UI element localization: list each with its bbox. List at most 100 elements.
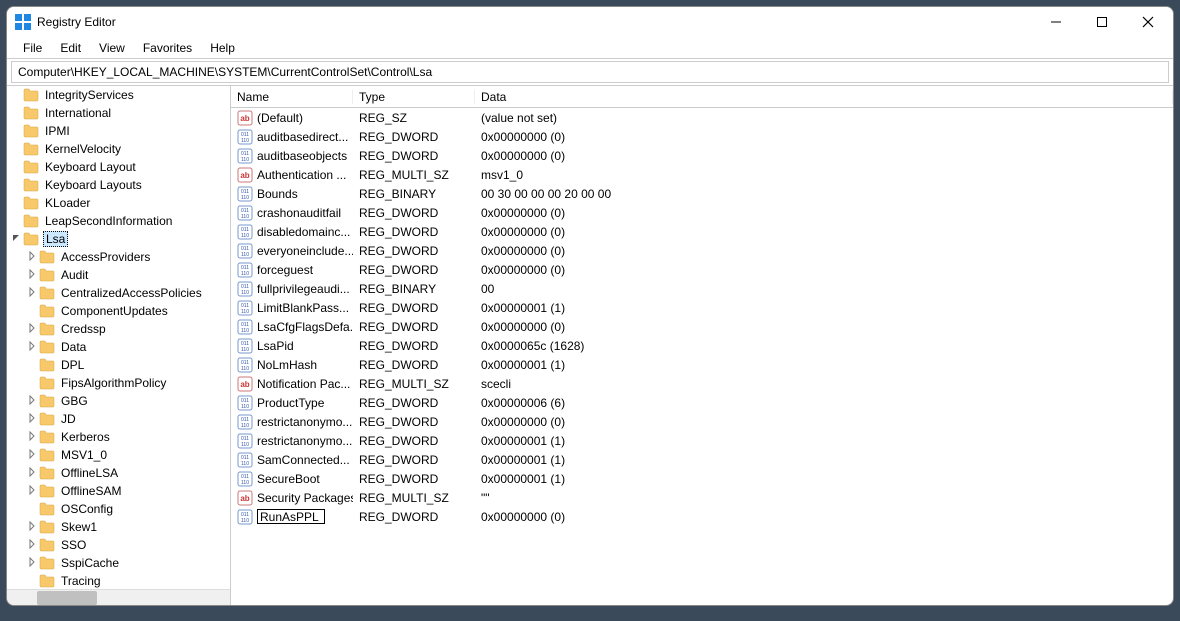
tree-item[interactable]: MSV1_0: [9, 446, 230, 464]
tree-item[interactable]: LeapSecondInformation: [9, 212, 230, 230]
expander-closed-icon[interactable]: [25, 467, 39, 480]
column-header-data[interactable]: Data: [475, 90, 1173, 104]
menu-view[interactable]: View: [91, 39, 133, 57]
tree-item[interactable]: IPMI: [9, 122, 230, 140]
value-data: 0x00000006 (6): [475, 396, 1173, 410]
tree-item[interactable]: DPL: [9, 356, 230, 374]
list-row[interactable]: 011110LsaPidREG_DWORD0x0000065c (1628): [231, 336, 1173, 355]
tree-item[interactable]: KernelVelocity: [9, 140, 230, 158]
list-row[interactable]: ab(Default)REG_SZ(value not set): [231, 108, 1173, 127]
tree-item[interactable]: SspiCache: [9, 554, 230, 572]
column-header-name[interactable]: Name: [231, 90, 353, 104]
expander-open-icon[interactable]: [9, 233, 23, 246]
tree-item-label: Keyboard Layouts: [43, 178, 144, 192]
folder-icon: [23, 88, 39, 102]
tree-item[interactable]: Skew1: [9, 518, 230, 536]
list-pane[interactable]: Name Type Data ab(Default)REG_SZ(value n…: [231, 86, 1173, 605]
list-row[interactable]: 011110restrictanonymo...REG_DWORD0x00000…: [231, 431, 1173, 450]
list-row[interactable]: 011110BoundsREG_BINARY00 30 00 00 00 20 …: [231, 184, 1173, 203]
tree-item[interactable]: JD: [9, 410, 230, 428]
expander-closed-icon[interactable]: [25, 341, 39, 354]
close-button[interactable]: [1125, 7, 1171, 37]
folder-icon: [23, 142, 39, 156]
tree-item[interactable]: FipsAlgorithmPolicy: [9, 374, 230, 392]
tree-item[interactable]: AccessProviders: [9, 248, 230, 266]
list-row[interactable]: abNotification Pac...REG_MULTI_SZscecli: [231, 374, 1173, 393]
list-row[interactable]: 011110crashonauditfailREG_DWORD0x0000000…: [231, 203, 1173, 222]
folder-icon: [23, 178, 39, 192]
list-row[interactable]: 011110SamConnected...REG_DWORD0x00000001…: [231, 450, 1173, 469]
tree-horizontal-scrollbar[interactable]: [7, 589, 230, 605]
expander-closed-icon[interactable]: [25, 323, 39, 336]
tree-item[interactable]: KLoader: [9, 194, 230, 212]
binary-value-icon: 011110: [237, 433, 253, 449]
string-value-icon: ab: [237, 490, 253, 506]
menu-favorites[interactable]: Favorites: [135, 39, 200, 57]
binary-value-icon: 011110: [237, 338, 253, 354]
binary-value-icon: 011110: [237, 395, 253, 411]
svg-text:110: 110: [241, 271, 249, 277]
list-row[interactable]: 011110NoLmHashREG_DWORD0x00000001 (1): [231, 355, 1173, 374]
tree-item[interactable]: CentralizedAccessPolicies: [9, 284, 230, 302]
value-type: REG_DWORD: [353, 244, 475, 258]
expander-closed-icon[interactable]: [25, 269, 39, 282]
tree-item[interactable]: GBG: [9, 392, 230, 410]
tree-item[interactable]: Credssp: [9, 320, 230, 338]
value-data: (value not set): [475, 111, 1173, 125]
tree-item[interactable]: Audit: [9, 266, 230, 284]
expander-closed-icon[interactable]: [25, 485, 39, 498]
tree-item[interactable]: Keyboard Layout: [9, 158, 230, 176]
tree-item[interactable]: International: [9, 104, 230, 122]
expander-closed-icon[interactable]: [25, 449, 39, 462]
maximize-button[interactable]: [1079, 7, 1125, 37]
list-row[interactable]: 011110disabledomainc...REG_DWORD0x000000…: [231, 222, 1173, 241]
tree-item[interactable]: OSConfig: [9, 500, 230, 518]
value-type: REG_DWORD: [353, 339, 475, 353]
minimize-button[interactable]: [1033, 7, 1079, 37]
tree-item[interactable]: IntegrityServices: [9, 86, 230, 104]
tree-item-label: Audit: [59, 268, 90, 282]
list-row[interactable]: 011110LsaCfgFlagsDefa...REG_DWORD0x00000…: [231, 317, 1173, 336]
expander-closed-icon[interactable]: [25, 521, 39, 534]
list-row[interactable]: 011110ProductTypeREG_DWORD0x00000006 (6): [231, 393, 1173, 412]
expander-closed-icon[interactable]: [25, 557, 39, 570]
tree-item[interactable]: Kerberos: [9, 428, 230, 446]
list-row[interactable]: 011110everyoneinclude...REG_DWORD0x00000…: [231, 241, 1173, 260]
list-row[interactable]: 011110auditbaseobjectsREG_DWORD0x0000000…: [231, 146, 1173, 165]
expander-closed-icon[interactable]: [25, 287, 39, 300]
list-row[interactable]: abAuthentication ...REG_MULTI_SZmsv1_0: [231, 165, 1173, 184]
expander-closed-icon[interactable]: [25, 395, 39, 408]
expander-closed-icon[interactable]: [25, 413, 39, 426]
tree-item[interactable]: Lsa: [9, 230, 230, 248]
tree-item[interactable]: Data: [9, 338, 230, 356]
expander-closed-icon[interactable]: [25, 431, 39, 444]
list-row[interactable]: 011110SecureBootREG_DWORD0x00000001 (1): [231, 469, 1173, 488]
menu-edit[interactable]: Edit: [52, 39, 89, 57]
list-row[interactable]: 011110fullprivilegeaudi...REG_BINARY00: [231, 279, 1173, 298]
tree-item[interactable]: Keyboard Layouts: [9, 176, 230, 194]
tree-item[interactable]: Tracing: [9, 572, 230, 590]
value-type: REG_DWORD: [353, 320, 475, 334]
tree-pane[interactable]: IntegrityServicesInternational IPMI Kernel…: [7, 86, 231, 605]
tree-item[interactable]: ComponentUpdates: [9, 302, 230, 320]
list-row[interactable]: 011110REG_DWORD0x00000000 (0): [231, 507, 1173, 526]
tree-item[interactable]: SSO: [9, 536, 230, 554]
menu-help[interactable]: Help: [202, 39, 243, 57]
tree-item[interactable]: OfflineLSA: [9, 464, 230, 482]
expander-closed-icon[interactable]: [25, 539, 39, 552]
list-row[interactable]: abSecurity PackagesREG_MULTI_SZ"": [231, 488, 1173, 507]
tree-item[interactable]: OfflineSAM: [9, 482, 230, 500]
menu-file[interactable]: File: [15, 39, 50, 57]
expander-closed-icon[interactable]: [25, 251, 39, 264]
tree-item-label: IPMI: [43, 124, 72, 138]
list-row[interactable]: 011110restrictanonymo...REG_DWORD0x00000…: [231, 412, 1173, 431]
list-row[interactable]: 011110forceguestREG_DWORD0x00000000 (0): [231, 260, 1173, 279]
tree-item-label: Lsa: [43, 231, 68, 247]
list-row[interactable]: 011110LimitBlankPass...REG_DWORD0x000000…: [231, 298, 1173, 317]
list-row[interactable]: 011110auditbasedirect...REG_DWORD0x00000…: [231, 127, 1173, 146]
column-header-type[interactable]: Type: [353, 90, 475, 104]
folder-icon: [23, 124, 39, 138]
value-name-edit-input[interactable]: [257, 509, 325, 524]
folder-icon: [39, 358, 55, 372]
address-bar[interactable]: Computer\HKEY_LOCAL_MACHINE\SYSTEM\Curre…: [11, 61, 1169, 83]
